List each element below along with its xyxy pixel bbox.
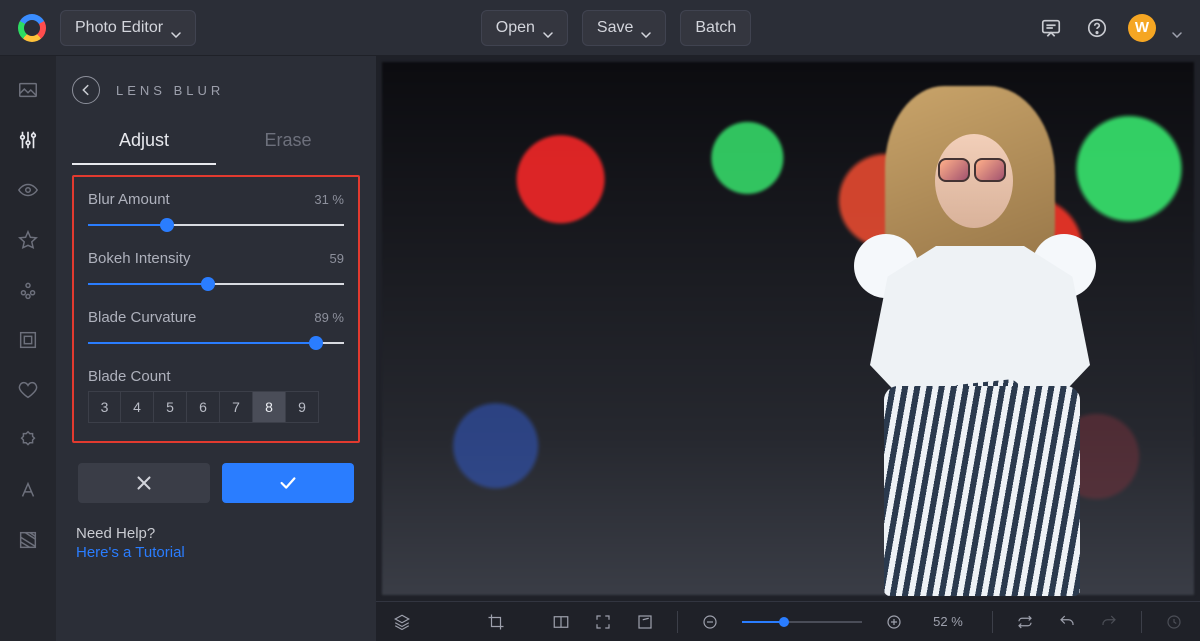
toolbar-divider [1141,611,1142,633]
blade-curv-value: 89 % [314,310,344,325]
tool-rail [0,56,56,641]
chevron-down-icon [641,25,651,31]
blade-count-segmented: 3456789 [88,391,344,423]
rail-star-icon[interactable] [16,228,40,252]
control-blade-count: Blade Count 3456789 [88,368,344,423]
rail-shapes-icon[interactable] [16,278,40,302]
panel-actions [72,463,360,503]
undo-icon[interactable] [1057,612,1077,632]
expand-icon[interactable] [635,612,655,632]
control-bokeh-intensity: Bokeh Intensity 59 [88,250,344,291]
blade-count-option[interactable]: 5 [154,391,187,423]
bottom-toolbar: 52 % [376,601,1200,641]
help-tutorial-link[interactable]: Here's a Tutorial [76,544,360,561]
rail-text-icon[interactable] [16,478,40,502]
blade-curv-label: Blade Curvature [88,309,196,326]
app-mode-label: Photo Editor [75,19,163,37]
toolbar-divider [992,611,993,633]
open-button[interactable]: Open [481,10,568,46]
blade-count-option[interactable]: 4 [121,391,154,423]
crop-icon[interactable] [486,612,506,632]
blade-count-option[interactable]: 8 [253,391,286,423]
app-mode-dropdown[interactable]: Photo Editor [60,10,196,46]
canvas-area: 52 % [376,56,1200,641]
top-bar: Photo Editor Open Save Batch W [0,0,1200,56]
chevron-down-icon [171,25,181,31]
blade-count-option[interactable]: 7 [220,391,253,423]
apply-button[interactable] [222,463,354,503]
blade-count-option[interactable]: 3 [88,391,121,423]
blur-amount-slider[interactable] [88,218,344,232]
canvas[interactable] [376,56,1200,601]
avatar[interactable]: W [1128,14,1156,42]
control-blur-amount: Blur Amount 31 % [88,191,344,232]
rail-frame-icon[interactable] [16,328,40,352]
panel-title: LENS BLUR [116,83,224,98]
rail-texture-icon[interactable] [16,528,40,552]
panel-tabs: Adjust Erase [72,118,360,165]
highlighted-controls: Blur Amount 31 % Bokeh Intensity 59 [72,175,360,443]
redo-icon[interactable] [1099,612,1119,632]
back-button[interactable] [72,76,100,104]
save-label: Save [597,19,633,37]
toolbar-divider [677,611,678,633]
tab-erase[interactable]: Erase [216,118,360,165]
zoom-slider[interactable] [742,615,862,629]
rail-gear-icon[interactable] [16,428,40,452]
chevron-down-icon [543,25,553,31]
help-icon[interactable] [1082,13,1112,43]
main-area: LENS BLUR Adjust Erase Blur Amount 31 % [0,56,1200,641]
tab-adjust[interactable]: Adjust [72,118,216,165]
save-button[interactable]: Save [582,10,666,46]
blade-count-option[interactable]: 6 [187,391,220,423]
bokeh-value: 59 [330,251,344,266]
history-icon[interactable] [1164,612,1184,632]
fit-icon[interactable] [593,612,613,632]
photo-subject [830,86,1120,586]
app-logo [18,14,46,42]
rail-heart-icon[interactable] [16,378,40,402]
zoom-in-icon[interactable] [884,612,904,632]
blade-count-label: Blade Count [88,368,171,385]
cancel-button[interactable] [78,463,210,503]
avatar-letter: W [1135,19,1149,36]
rail-image-icon[interactable] [16,78,40,102]
rail-eye-icon[interactable] [16,178,40,202]
feedback-icon[interactable] [1036,13,1066,43]
zoom-text: 52 % [926,614,970,629]
blade-count-option[interactable]: 9 [286,391,319,423]
chevron-down-icon[interactable] [1172,25,1182,31]
blur-amount-label: Blur Amount [88,191,170,208]
batch-label: Batch [695,19,736,37]
rail-adjust-icon[interactable] [16,128,40,152]
loop-icon[interactable] [1015,612,1035,632]
side-panel: LENS BLUR Adjust Erase Blur Amount 31 % [56,56,376,641]
bokeh-slider[interactable] [88,277,344,291]
help-block: Need Help? Here's a Tutorial [72,525,360,561]
layers-icon[interactable] [392,612,412,632]
zoom-out-icon[interactable] [700,612,720,632]
blur-amount-value: 31 % [314,192,344,207]
help-title: Need Help? [76,525,360,542]
bokeh-label: Bokeh Intensity [88,250,191,267]
compare-icon[interactable] [551,612,571,632]
batch-button[interactable]: Batch [680,10,751,46]
control-blade-curvature: Blade Curvature 89 % [88,309,344,350]
blade-curv-slider[interactable] [88,336,344,350]
open-label: Open [496,19,535,37]
